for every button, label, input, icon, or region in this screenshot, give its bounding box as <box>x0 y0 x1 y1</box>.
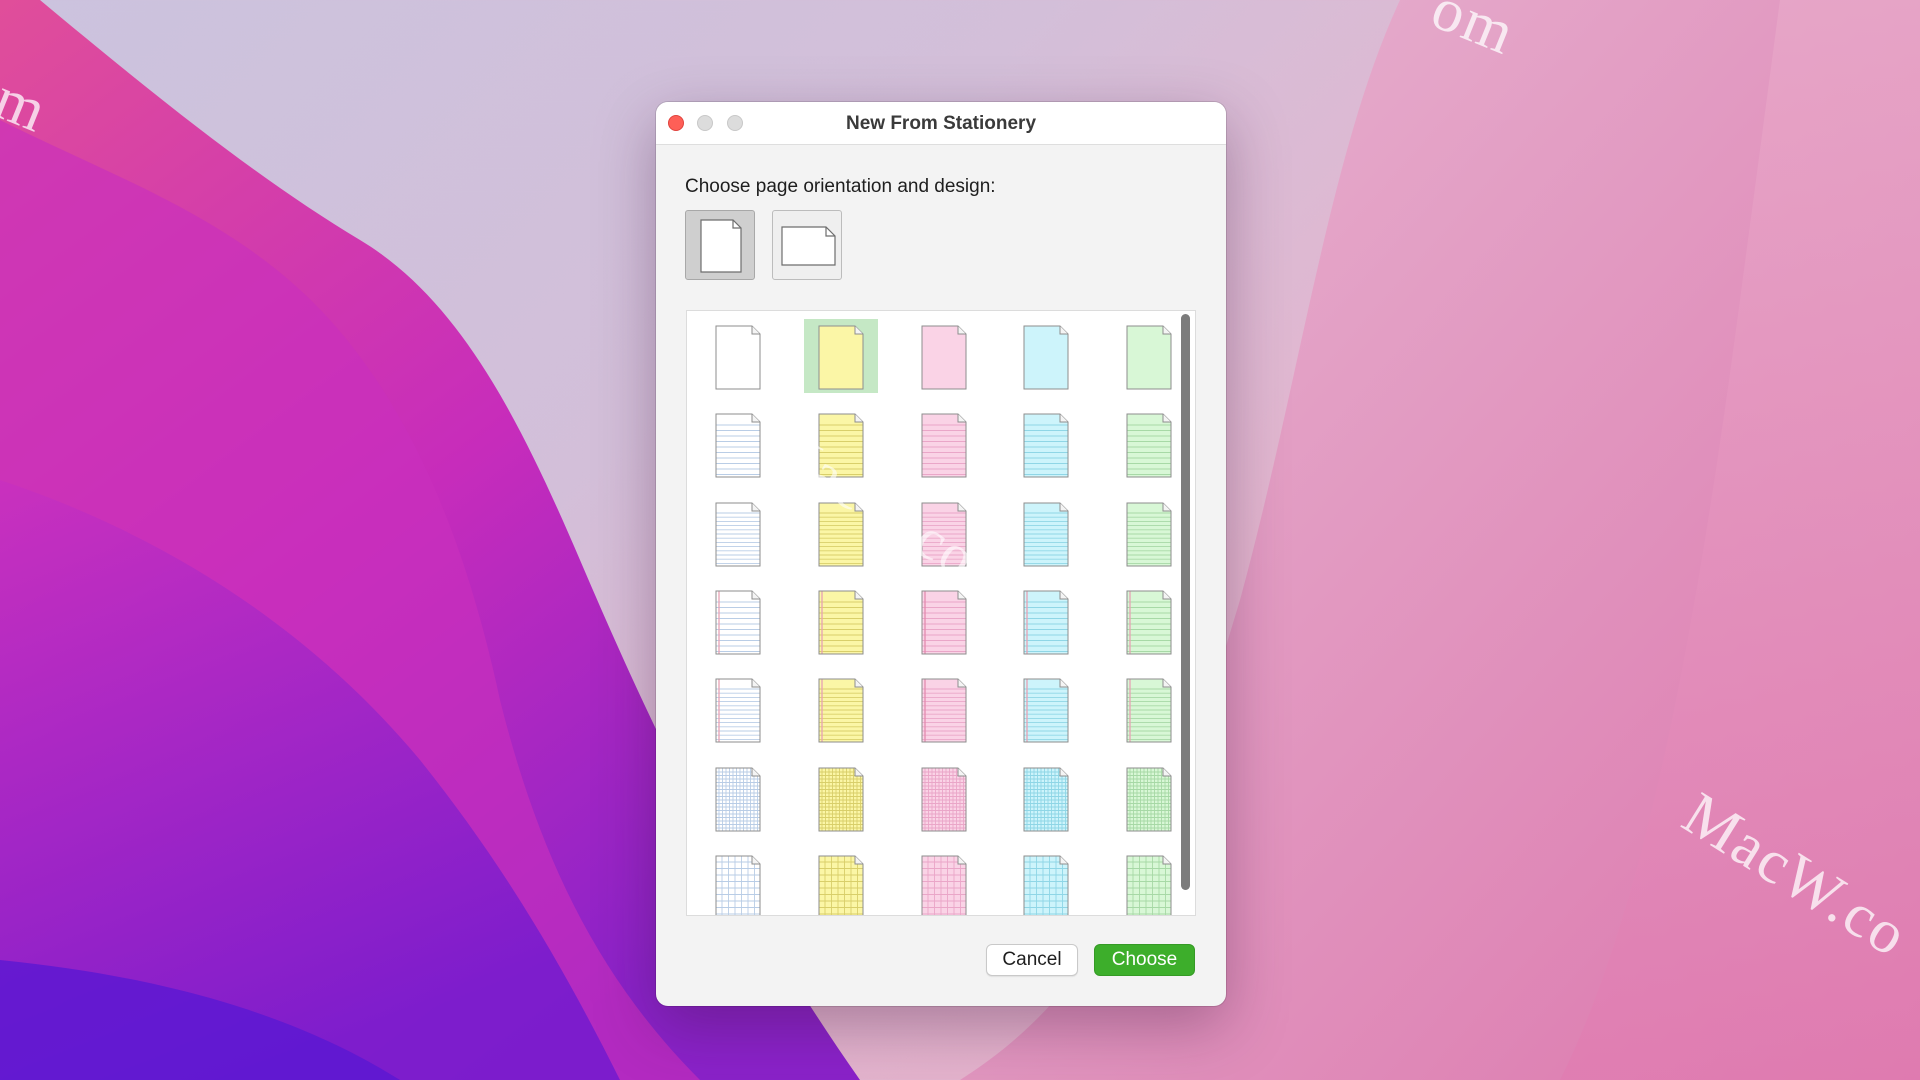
stationery-green-margin-ruled[interactable] <box>1112 584 1186 658</box>
page-icon <box>715 325 761 390</box>
stationery-blue-margin-ruled-dense[interactable] <box>1009 672 1083 746</box>
stationery-blue-margin-ruled[interactable] <box>1009 584 1083 658</box>
landscape-page-icon <box>781 226 836 266</box>
choose-button[interactable]: Choose <box>1094 944 1195 976</box>
page-icon <box>921 502 967 567</box>
landscape-orientation-button[interactable] <box>772 210 842 280</box>
stationery-green-blank[interactable] <box>1112 319 1186 393</box>
stationery-yellow-ruled-narrow[interactable] <box>804 496 878 570</box>
page-icon <box>715 502 761 567</box>
page-icon <box>715 590 761 655</box>
page-icon <box>715 678 761 743</box>
page-icon <box>1126 502 1172 567</box>
page-icon <box>921 678 967 743</box>
page-icon <box>818 325 864 390</box>
page-icon <box>921 325 967 390</box>
stationery-white-margin-ruled-dense[interactable] <box>701 672 775 746</box>
portrait-page-icon <box>700 219 742 273</box>
stationery-yellow-ruled-wide[interactable] <box>804 407 878 481</box>
stationery-green-margin-ruled-dense[interactable] <box>1112 672 1186 746</box>
page-icon <box>1126 325 1172 390</box>
page-icon <box>1126 767 1172 831</box>
page-icon <box>1023 767 1069 831</box>
page-icon <box>1023 855 1069 915</box>
page-icon <box>921 590 967 655</box>
page-icon <box>818 855 864 915</box>
stationery-blue-graph-large[interactable] <box>1009 849 1083 915</box>
stationery-white-blank[interactable] <box>701 319 775 393</box>
stationery-blue-ruled-wide[interactable] <box>1009 407 1083 481</box>
stationery-white-ruled-wide[interactable] <box>701 407 775 481</box>
page-icon <box>818 590 864 655</box>
title-bar: New From Stationery <box>656 102 1226 145</box>
stationery-yellow-margin-ruled[interactable] <box>804 584 878 658</box>
stationery-pink-blank[interactable] <box>907 319 981 393</box>
stationery-yellow-blank[interactable] <box>804 319 878 393</box>
page-icon <box>1126 413 1172 478</box>
stationery-green-graph-small[interactable] <box>1112 761 1186 835</box>
portrait-orientation-button[interactable] <box>685 210 755 280</box>
page-icon <box>715 413 761 478</box>
stationery-yellow-graph-small[interactable] <box>804 761 878 835</box>
stationery-pink-margin-ruled[interactable] <box>907 584 981 658</box>
stationery-green-ruled-narrow[interactable] <box>1112 496 1186 570</box>
page-icon <box>1023 590 1069 655</box>
page-icon <box>818 413 864 478</box>
page-icon <box>1023 502 1069 567</box>
cancel-button[interactable]: Cancel <box>986 944 1078 976</box>
page-icon <box>921 855 967 915</box>
page-icon <box>818 678 864 743</box>
page-icon <box>1023 325 1069 390</box>
stationery-white-graph-small[interactable] <box>701 761 775 835</box>
page-icon <box>1023 678 1069 743</box>
page-icon <box>1126 855 1172 915</box>
stationery-green-ruled-wide[interactable] <box>1112 407 1186 481</box>
stationery-gallery[interactable] <box>686 310 1196 916</box>
stationery-green-graph-large[interactable] <box>1112 849 1186 915</box>
stationery-yellow-graph-large[interactable] <box>804 849 878 915</box>
page-icon <box>818 767 864 831</box>
page-icon <box>1126 678 1172 743</box>
stationery-pink-graph-large[interactable] <box>907 849 981 915</box>
page-icon <box>921 413 967 478</box>
stationery-pink-margin-ruled-dense[interactable] <box>907 672 981 746</box>
stationery-blue-ruled-narrow[interactable] <box>1009 496 1083 570</box>
page-icon <box>1023 413 1069 478</box>
stationery-blue-graph-small[interactable] <box>1009 761 1083 835</box>
stationery-pink-graph-small[interactable] <box>907 761 981 835</box>
orientation-prompt: Choose page orientation and design: <box>685 176 996 197</box>
stationery-white-margin-ruled[interactable] <box>701 584 775 658</box>
stationery-pink-ruled-wide[interactable] <box>907 407 981 481</box>
dialog-title: New From Stationery <box>845 113 1037 134</box>
new-from-stationery-dialog: New From Stationery Choose page orientat… <box>656 102 1226 1006</box>
stationery-yellow-margin-ruled-dense[interactable] <box>804 672 878 746</box>
gallery-scrollbar[interactable] <box>1181 314 1190 890</box>
page-icon <box>715 855 761 915</box>
page-icon <box>1126 590 1172 655</box>
stationery-white-ruled-narrow[interactable] <box>701 496 775 570</box>
stationery-blue-blank[interactable] <box>1009 319 1083 393</box>
page-icon <box>921 767 967 831</box>
stationery-pink-ruled-narrow[interactable] <box>907 496 981 570</box>
stationery-white-graph-large[interactable] <box>701 849 775 915</box>
page-icon <box>715 767 761 831</box>
page-icon <box>818 502 864 567</box>
